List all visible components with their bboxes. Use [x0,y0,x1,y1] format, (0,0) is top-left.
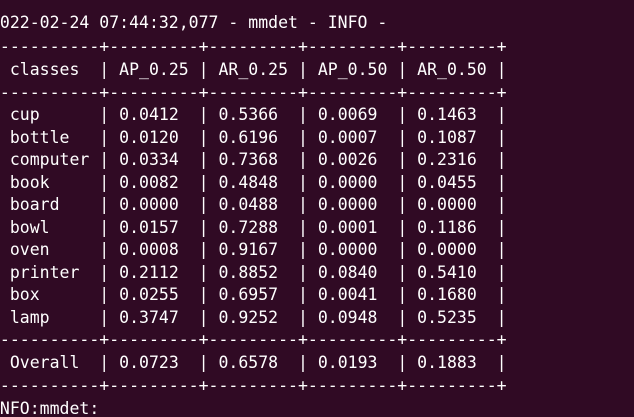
row-2-cell-1: 0.0334 [109,150,199,169]
row-7-cell-2: 0.8852 [208,262,298,282]
row-9-cell-4: 0.5235 [407,307,497,327]
row-5-cell-0: bowl [0,217,100,237]
row-8-cell-3: 0.0041 [307,285,398,304]
table-row: | book | 0.0082 | 0.4848 | 0.0000 | 0.04… [0,172,507,192]
overall-cell-3: 0.0193 [307,353,398,372]
overall-cell-4: 0.1883 [407,353,497,372]
row-9-cell-0: lamp [0,307,100,327]
row-4-cell-3: 0.0000 [307,195,398,214]
row-2-cell-3: 0.0026 [307,150,398,169]
row-4-cell-1: 0.0000 [109,195,199,214]
row-5-cell-1: 0.0157 [109,217,199,237]
table-border-bottom: +----------+---------+---------+--------… [0,376,507,395]
table-row: | lamp | 0.3747 | 0.9252 | 0.0948 | 0.52… [0,307,507,327]
row-6-cell-0: oven [0,240,100,259]
table-border-header: +----------+---------+---------+--------… [0,83,507,102]
row-8-cell-0: box [0,285,100,304]
row-6-cell-2: 0.9167 [208,240,298,259]
row-1-cell-4: 0.1087 [407,127,497,147]
row-8-cell-1: 0.0255 [109,285,199,304]
header-cell-0: classes [0,60,100,79]
row-3-cell-1: 0.0082 [109,172,199,192]
row-0-cell-1: 0.0412 [109,105,199,124]
row-7-cell-3: 0.0840 [307,262,398,282]
table-row: | printer | 0.2112 | 0.8852 | 0.0840 | 0… [0,262,507,282]
row-4-cell-2: 0.0488 [208,195,298,214]
row-2-cell-4: 0.2316 [407,150,497,169]
header-cell-1: AP_0.25 [109,60,199,79]
overall-cell-1: 0.0723 [109,353,199,372]
table-row: | cup | 0.0412 | 0.5366 | 0.0069 | 0.146… [0,105,507,124]
table-row: | computer | 0.0334 | 0.7368 | 0.0026 | … [0,150,507,169]
row-1-cell-3: 0.0007 [307,127,398,147]
row-3-cell-4: 0.0455 [407,172,497,192]
row-5-cell-4: 0.1186 [407,217,497,237]
row-7-cell-4: 0.5410 [407,262,497,282]
row-0-cell-2: 0.5366 [208,105,298,124]
row-2-cell-2: 0.7368 [208,150,298,169]
overall-cell-2: 0.6578 [208,353,298,372]
table-row: | board | 0.0000 | 0.0488 | 0.0000 | 0.0… [0,195,507,214]
table-border-top: +----------+---------+---------+--------… [0,37,507,56]
row-2-cell-0: computer [0,150,100,169]
row-6-cell-1: 0.0008 [109,240,199,259]
row-1-cell-1: 0.0120 [109,127,199,147]
row-0-cell-3: 0.0069 [307,105,398,124]
table-row: | oven | 0.0008 | 0.9167 | 0.0000 | 0.00… [0,240,507,259]
row-3-cell-2: 0.4848 [208,172,298,192]
row-0-cell-0: cup [0,105,100,124]
row-9-cell-2: 0.9252 [208,307,298,327]
header-cell-3: AP_0.50 [307,60,398,79]
row-7-cell-1: 0.2112 [109,262,199,282]
table-overall-row: | Overall | 0.0723 | 0.6578 | 0.0193 | 0… [0,353,507,372]
row-9-cell-3: 0.0948 [307,307,398,327]
header-cell-2: AR_0.25 [208,60,298,79]
row-3-cell-3: 0.0000 [307,172,398,192]
table-row: | bowl | 0.0157 | 0.7288 | 0.0001 | 0.11… [0,217,507,237]
row-6-cell-3: 0.0000 [307,240,398,259]
log-header-line: 2022-02-24 07:44:32,077 - mmdet - INFO - [0,13,388,32]
row-4-cell-0: board [0,195,100,214]
row-5-cell-2: 0.7288 [208,217,298,237]
overall-cell-0: Overall [0,353,100,372]
row-7-cell-0: printer [0,262,100,282]
header-cell-4: AR_0.50 [407,60,497,79]
row-5-cell-3: 0.0001 [307,217,398,237]
row-8-cell-2: 0.6957 [208,285,298,304]
row-1-cell-2: 0.6196 [208,127,298,147]
log-footer-line: INFO:mmdet: [0,399,100,417]
row-4-cell-4: 0.0000 [407,195,497,214]
table-header-row: | classes | AP_0.25 | AR_0.25 | AP_0.50 … [0,60,507,79]
table-row: | bottle | 0.0120 | 0.6196 | 0.0007 | 0.… [0,127,507,147]
row-6-cell-4: 0.0000 [407,240,497,259]
terminal-output: 2022-02-24 07:44:32,077 - mmdet - INFO -… [0,0,634,417]
table-row: | box | 0.0255 | 0.6957 | 0.0041 | 0.168… [0,285,507,304]
table-border-overall: +----------+---------+---------+--------… [0,330,507,349]
row-3-cell-0: book [0,172,100,192]
row-9-cell-1: 0.3747 [109,307,199,327]
row-8-cell-4: 0.1680 [407,285,497,304]
row-1-cell-0: bottle [0,127,100,147]
row-0-cell-4: 0.1463 [407,105,497,124]
